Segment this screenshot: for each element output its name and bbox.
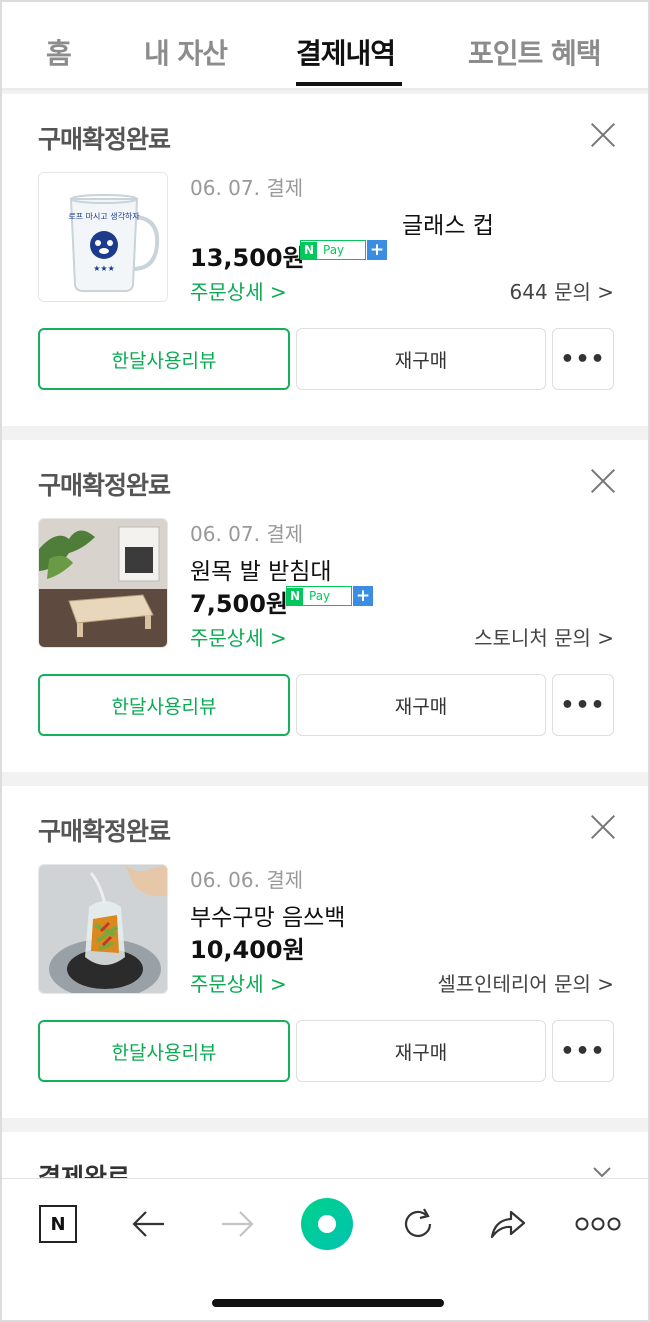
- close-icon[interactable]: [590, 122, 616, 148]
- npay-badge: N Pay +: [300, 240, 387, 260]
- monthly-review-button[interactable]: 한달사용리뷰: [38, 674, 290, 736]
- browser-toolbar: N: [2, 1178, 648, 1320]
- card-separator: [2, 1118, 648, 1132]
- product-name[interactable]: 글래스 컵: [402, 206, 494, 240]
- seller-inquiry-link[interactable]: 스토니처 문의 >: [474, 622, 614, 651]
- order-card: 구매확정완료 06. 07. 결제 원목 발 받침대 7,500원 N Pay +…: [2, 440, 648, 772]
- more-options-button[interactable]: •••: [552, 328, 614, 390]
- glass-cup-image: 로프 마시고 생각하자 ★★★: [39, 173, 167, 301]
- rebuy-button[interactable]: 재구매: [296, 674, 546, 736]
- payment-date: 06. 06. 결제: [190, 868, 304, 892]
- order-detail-link[interactable]: 주문상세 >: [190, 276, 287, 305]
- order-status: 구매확정완료: [38, 471, 171, 500]
- naver-n-label: N: [39, 1205, 77, 1243]
- top-tab-bar: 홈 내 자산 결제내역 포인트 혜택: [2, 2, 648, 88]
- product-name[interactable]: 부수구망 음쓰백: [190, 898, 345, 932]
- tab-payment-history[interactable]: 결제내역: [296, 32, 396, 72]
- forward-arrow-icon[interactable]: [213, 1201, 263, 1247]
- share-icon[interactable]: [483, 1201, 533, 1247]
- green-home-icon[interactable]: [299, 1196, 355, 1252]
- seller-inquiry-link[interactable]: 셀프인테리어 문의 >: [437, 968, 614, 997]
- more-options-button[interactable]: •••: [552, 674, 614, 736]
- npay-badge: N Pay +: [286, 586, 373, 606]
- monthly-review-button[interactable]: 한달사용리뷰: [38, 1020, 290, 1082]
- product-name[interactable]: 원목 발 받침대: [190, 552, 332, 586]
- refresh-icon[interactable]: [393, 1201, 443, 1247]
- monthly-review-button[interactable]: 한달사용리뷰: [38, 328, 290, 390]
- plus-icon: +: [353, 586, 373, 606]
- rebuy-button[interactable]: 재구매: [296, 328, 546, 390]
- tab-my-assets[interactable]: 내 자산: [144, 32, 228, 72]
- card-separator: [2, 426, 648, 440]
- order-status: 구매확정완료: [38, 125, 171, 154]
- order-card-partial: 결제완료: [2, 1132, 648, 1182]
- payment-date: 06. 07. 결제: [190, 522, 304, 546]
- order-status: 구매확정완료: [38, 817, 171, 846]
- order-detail-link[interactable]: 주문상세 >: [190, 622, 287, 651]
- close-icon[interactable]: [590, 468, 616, 494]
- active-tab-underline: [296, 82, 402, 86]
- product-price: 13,500원: [190, 244, 305, 272]
- svg-text:★★★: ★★★: [93, 264, 115, 273]
- close-icon[interactable]: [590, 814, 616, 840]
- more-options-button[interactable]: •••: [552, 1020, 614, 1082]
- product-thumbnail-drain-net[interactable]: [38, 864, 168, 994]
- drain-net-bag-image: [39, 865, 167, 993]
- plus-icon: +: [367, 240, 387, 260]
- rebuy-button[interactable]: 재구매: [296, 1020, 546, 1082]
- card-separator: [2, 772, 648, 786]
- naver-n-icon[interactable]: N: [33, 1201, 83, 1247]
- wooden-footrest-image: [39, 519, 167, 647]
- more-dots-icon[interactable]: [571, 1201, 625, 1247]
- product-price: 7,500원: [190, 590, 288, 618]
- cup-print-text: 로프 마시고 생각하자: [68, 211, 140, 221]
- payment-date: 06. 07. 결제: [190, 176, 304, 200]
- product-thumbnail-glass-cup[interactable]: 로프 마시고 생각하자 ★★★: [38, 172, 168, 302]
- order-card: 구매확정완료 로프 마시고 생각하자 ★★★ 06. 07. 결제 글래스 컵 …: [2, 94, 648, 426]
- back-arrow-icon[interactable]: [123, 1201, 173, 1247]
- seller-inquiry-link[interactable]: 644 문의 >: [510, 276, 614, 305]
- product-price: 10,400원: [190, 936, 305, 964]
- tab-home[interactable]: 홈: [46, 32, 72, 72]
- order-detail-link[interactable]: 주문상세 >: [190, 968, 287, 997]
- home-indicator: [212, 1299, 444, 1307]
- app-frame: 홈 내 자산 결제내역 포인트 혜택 구매확정완료 로프 마시고 생각하자 ★★…: [0, 0, 650, 1322]
- tab-point-benefits[interactable]: 포인트 혜택: [468, 32, 602, 72]
- product-thumbnail-footrest[interactable]: [38, 518, 168, 648]
- order-card: 구매확정완료 06. 06. 결제 부수구망 음쓰백 10,400원 주문상세 …: [2, 786, 648, 1118]
